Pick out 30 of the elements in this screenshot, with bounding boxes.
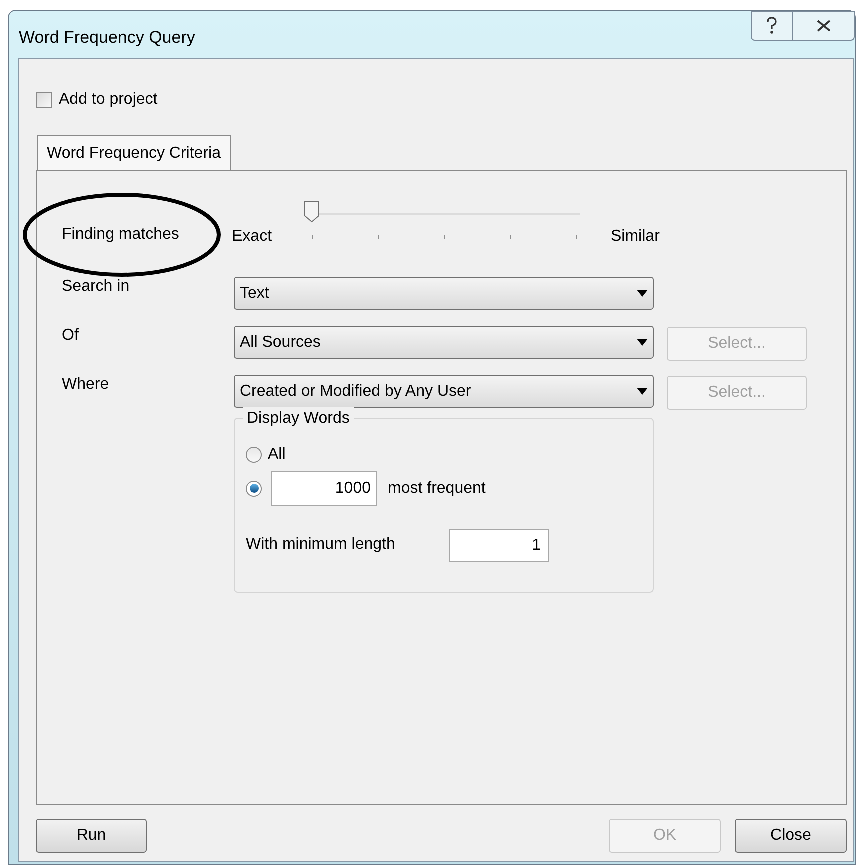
field-label: Search in (62, 277, 131, 297)
radio-button[interactable] (246, 447, 262, 463)
field-label: Of (62, 326, 80, 346)
count-field[interactable]: 1000 (271, 471, 377, 506)
dialog-button[interactable]: Run (36, 819, 147, 853)
dropdown[interactable]: All Sources (234, 326, 654, 359)
slider-label: Exact (232, 227, 274, 247)
help-button[interactable] (751, 11, 793, 41)
dialog-button[interactable]: Close (735, 819, 847, 853)
field-label: Where (62, 375, 110, 395)
slider-thumb[interactable] (304, 201, 320, 223)
dropdown-arrow-icon (637, 290, 648, 297)
tab[interactable]: Word Frequency Criteria (37, 135, 231, 171)
close-icon (816, 20, 830, 32)
dropdown-arrow-icon (637, 388, 648, 395)
slider-label: Similar (611, 227, 660, 247)
window-title: Word Frequency Query (19, 27, 196, 49)
dropdown[interactable]: Text (234, 277, 654, 310)
min-length-field[interactable]: 1 (449, 529, 549, 562)
dropdown-arrow-icon (637, 339, 648, 346)
dropdown[interactable]: Created or Modified by Any User (234, 375, 654, 408)
radio-label: All (268, 445, 286, 465)
checkbox[interactable] (36, 92, 52, 108)
field-label: Finding matches (62, 225, 180, 245)
radio-button[interactable] (246, 480, 262, 496)
close-button[interactable] (793, 11, 855, 41)
radio-label: most frequent (388, 478, 486, 498)
field-label: With minimum length (246, 535, 396, 555)
help-icon (766, 17, 778, 35)
checkbox-label: Add to project (59, 90, 158, 110)
